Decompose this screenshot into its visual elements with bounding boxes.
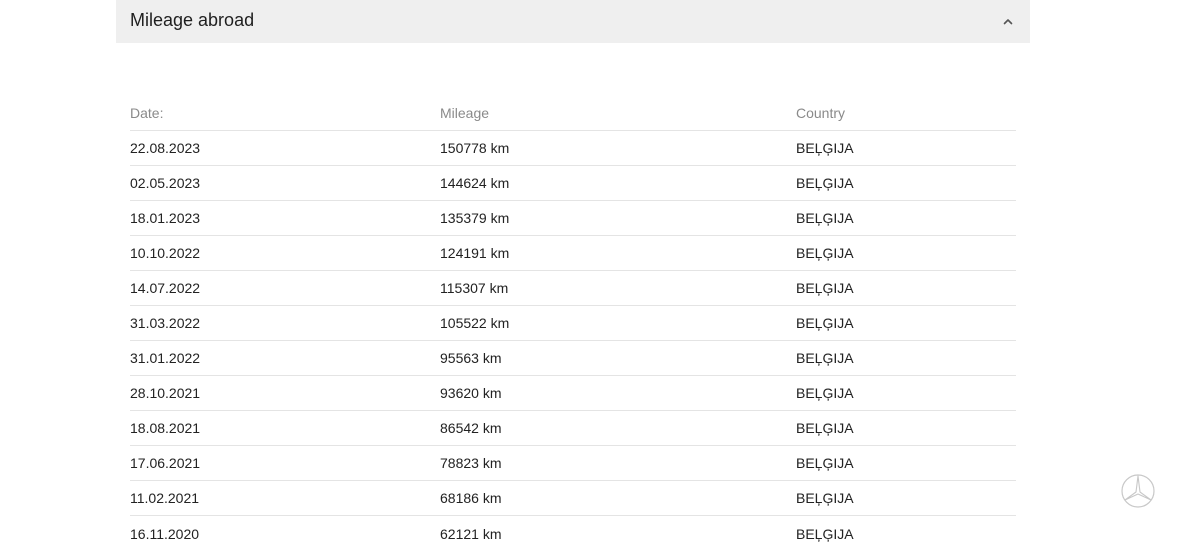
cell-country: BEĻĢIJA bbox=[796, 245, 854, 261]
cell-mileage: 135379 km bbox=[440, 210, 510, 226]
cell-date: 31.03.2022 bbox=[130, 315, 201, 331]
cell-date: 10.10.2022 bbox=[130, 245, 201, 261]
cell-country: BEĻĢIJA bbox=[796, 315, 854, 331]
cell-mileage: 105522 km bbox=[440, 315, 510, 331]
mercedes-star-logo-icon bbox=[1120, 473, 1156, 509]
cell-mileage: 93620 km bbox=[440, 385, 502, 401]
table-header-row: Date: Mileage Country bbox=[130, 96, 1016, 131]
table-row: 10.10.2022 124191 km BEĻĢIJA bbox=[130, 236, 1016, 271]
cell-country: BEĻĢIJA bbox=[796, 490, 854, 506]
cell-date: 22.08.2023 bbox=[130, 140, 201, 156]
mileage-abroad-header[interactable]: Mileage abroad bbox=[116, 0, 1030, 43]
cell-mileage: 62121 km bbox=[440, 525, 502, 542]
table-row: 28.10.2021 93620 km BEĻĢIJA bbox=[130, 376, 1016, 411]
cell-country: BEĻĢIJA bbox=[796, 210, 854, 226]
table-row: 22.08.2023 150778 km BEĻĢIJA bbox=[130, 131, 1016, 166]
cell-country: BEĻĢIJA bbox=[796, 140, 854, 156]
cell-date: 18.01.2023 bbox=[130, 210, 201, 226]
cell-mileage: 115307 km bbox=[440, 280, 509, 296]
cell-date: 31.01.2022 bbox=[130, 350, 201, 366]
cell-mileage: 68186 km bbox=[440, 490, 502, 506]
column-header-country: Country bbox=[796, 105, 846, 121]
section-title: Mileage abroad bbox=[130, 10, 255, 30]
mileage-table: Date: Mileage Country 22.08.2023 150778 k… bbox=[130, 96, 1016, 550]
cell-mileage: 124191 km bbox=[440, 245, 510, 261]
cell-country: BEĻĢIJA bbox=[796, 175, 854, 191]
cell-country: BEĻĢIJA bbox=[796, 455, 854, 471]
cell-country: BEĻĢIJA bbox=[796, 420, 854, 436]
cell-mileage: 150778 km bbox=[440, 140, 510, 156]
table-row: 16.11.2020 62121 km BEĻĢIJA bbox=[130, 516, 1016, 550]
cell-mileage: 95563 km bbox=[440, 350, 502, 366]
cell-date: 17.06.2021 bbox=[130, 455, 201, 471]
mileage-abroad-section: Mileage abroad bbox=[116, 0, 1030, 43]
cell-mileage: 78823 km bbox=[440, 455, 502, 471]
table-row: 17.06.2021 78823 km BEĻĢIJA bbox=[130, 446, 1016, 481]
cell-country: BEĻĢIJA bbox=[796, 385, 854, 401]
cell-mileage: 144624 km bbox=[440, 175, 510, 191]
cell-date: 11.02.2021 bbox=[130, 490, 200, 506]
cell-date: 28.10.2021 bbox=[130, 385, 201, 401]
column-header-mileage: Mileage bbox=[440, 105, 490, 121]
cell-country: BEĻĢIJA bbox=[796, 525, 854, 542]
cell-date: 14.07.2022 bbox=[130, 280, 201, 296]
cell-date: 02.05.2023 bbox=[130, 175, 201, 191]
table-row: 18.01.2023 135379 km BEĻĢIJA bbox=[130, 201, 1016, 236]
cell-country: BEĻĢIJA bbox=[796, 280, 854, 296]
cell-date: 18.08.2021 bbox=[130, 420, 201, 436]
cell-country: BEĻĢIJA bbox=[796, 350, 854, 366]
page: Mileage abroad Date: Mileage Country 22.… bbox=[0, 0, 1200, 550]
table-row: 02.05.2023 144624 km BEĻĢIJA bbox=[130, 166, 1016, 201]
chevron-up-icon[interactable] bbox=[1002, 16, 1014, 28]
cell-date: 16.11.2020 bbox=[130, 525, 200, 542]
column-header-date: Date: bbox=[130, 105, 164, 121]
table-row: 31.03.2022 105522 km BEĻĢIJA bbox=[130, 306, 1016, 341]
table-body: 22.08.2023 150778 km BEĻĢIJA 02.05.2023 1446… bbox=[130, 131, 1016, 550]
table-row: 11.02.2021 68186 km BEĻĢIJA bbox=[130, 481, 1016, 516]
cell-mileage: 86542 km bbox=[440, 420, 502, 436]
table-row: 18.08.2021 86542 km BEĻĢIJA bbox=[130, 411, 1016, 446]
table-row: 14.07.2022 115307 km BEĻĢIJA bbox=[130, 271, 1016, 306]
table-row: 31.01.2022 95563 km BEĻĢIJA bbox=[130, 341, 1016, 376]
